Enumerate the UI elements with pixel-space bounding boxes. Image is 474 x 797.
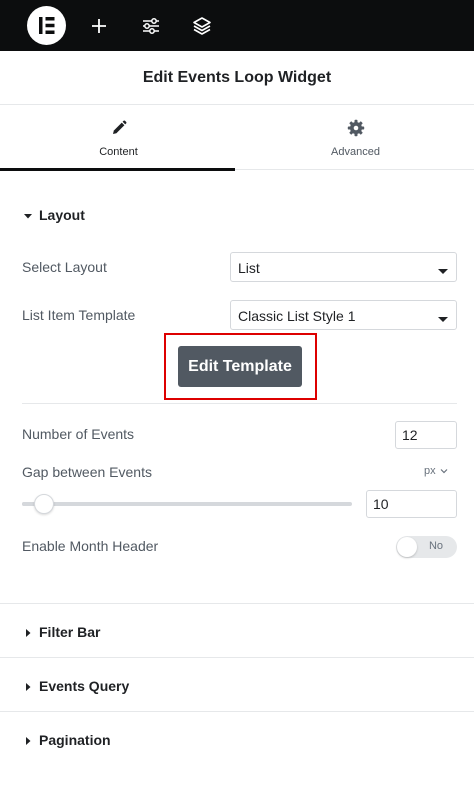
panel-header: Edit Events Loop Widget (0, 51, 474, 105)
section-events-query-title: Events Query (39, 678, 130, 694)
caret-right-icon (22, 734, 34, 746)
gear-icon (347, 119, 365, 137)
gap-unit-label: px (424, 465, 436, 477)
number-of-events-label: Number of Events (22, 426, 135, 442)
plus-icon[interactable] (85, 12, 113, 40)
list-item-template-label: List Item Template (22, 307, 136, 323)
layers-icon[interactable] (188, 12, 216, 40)
select-layout-value: List (238, 260, 260, 276)
tab-content[interactable]: Content (0, 105, 237, 171)
panel-title: Edit Events Loop Widget (142, 68, 332, 86)
tab-advanced-label: Advanced (331, 146, 380, 158)
caret-down-icon (22, 209, 34, 221)
section-layout-toggle[interactable]: Layout (22, 207, 85, 223)
gap-slider-track[interactable] (22, 502, 352, 506)
dropdown-arrow-icon (438, 311, 448, 322)
enable-month-header-label: Enable Month Header (22, 538, 159, 554)
enable-month-header-switch[interactable]: No (396, 536, 457, 558)
caret-right-icon (22, 626, 34, 638)
gap-slider-handle[interactable] (34, 494, 54, 514)
sliders-icon[interactable] (137, 12, 165, 40)
chevron-down-icon (440, 469, 448, 474)
top-bar (0, 0, 474, 51)
section-filter-bar-title: Filter Bar (39, 624, 101, 640)
section-divider (0, 603, 474, 604)
number-of-events-input[interactable]: 12 (395, 421, 457, 449)
gap-between-events-label: Gap between Events (22, 464, 152, 480)
tab-advanced[interactable]: Advanced (237, 105, 474, 170)
gap-unit-selector[interactable]: px (424, 465, 448, 477)
caret-right-icon (22, 680, 34, 692)
elementor-logo-icon[interactable] (27, 6, 66, 45)
section-divider (0, 711, 474, 712)
list-item-template-value: Classic List Style 1 (238, 308, 356, 324)
section-divider (0, 657, 474, 658)
section-filter-bar-toggle[interactable]: Filter Bar (22, 624, 100, 640)
select-layout-dropdown[interactable]: List (230, 252, 457, 282)
switch-knob (397, 537, 417, 557)
section-pagination-title: Pagination (39, 732, 111, 748)
tab-content-label: Content (99, 146, 138, 158)
pencil-icon (110, 119, 128, 137)
dropdown-arrow-icon (438, 263, 448, 274)
section-layout-title: Layout (39, 207, 85, 223)
list-item-template-dropdown[interactable]: Classic List Style 1 (230, 300, 457, 330)
divider (22, 403, 457, 404)
section-pagination-toggle[interactable]: Pagination (22, 732, 111, 748)
section-events-query-toggle[interactable]: Events Query (22, 678, 129, 694)
switch-state-label: No (428, 540, 443, 552)
gap-value-input[interactable]: 10 (366, 490, 457, 518)
tab-bar: Content Advanced (0, 105, 474, 171)
select-layout-label: Select Layout (22, 259, 107, 275)
edit-template-button[interactable]: Edit Template (178, 346, 302, 387)
